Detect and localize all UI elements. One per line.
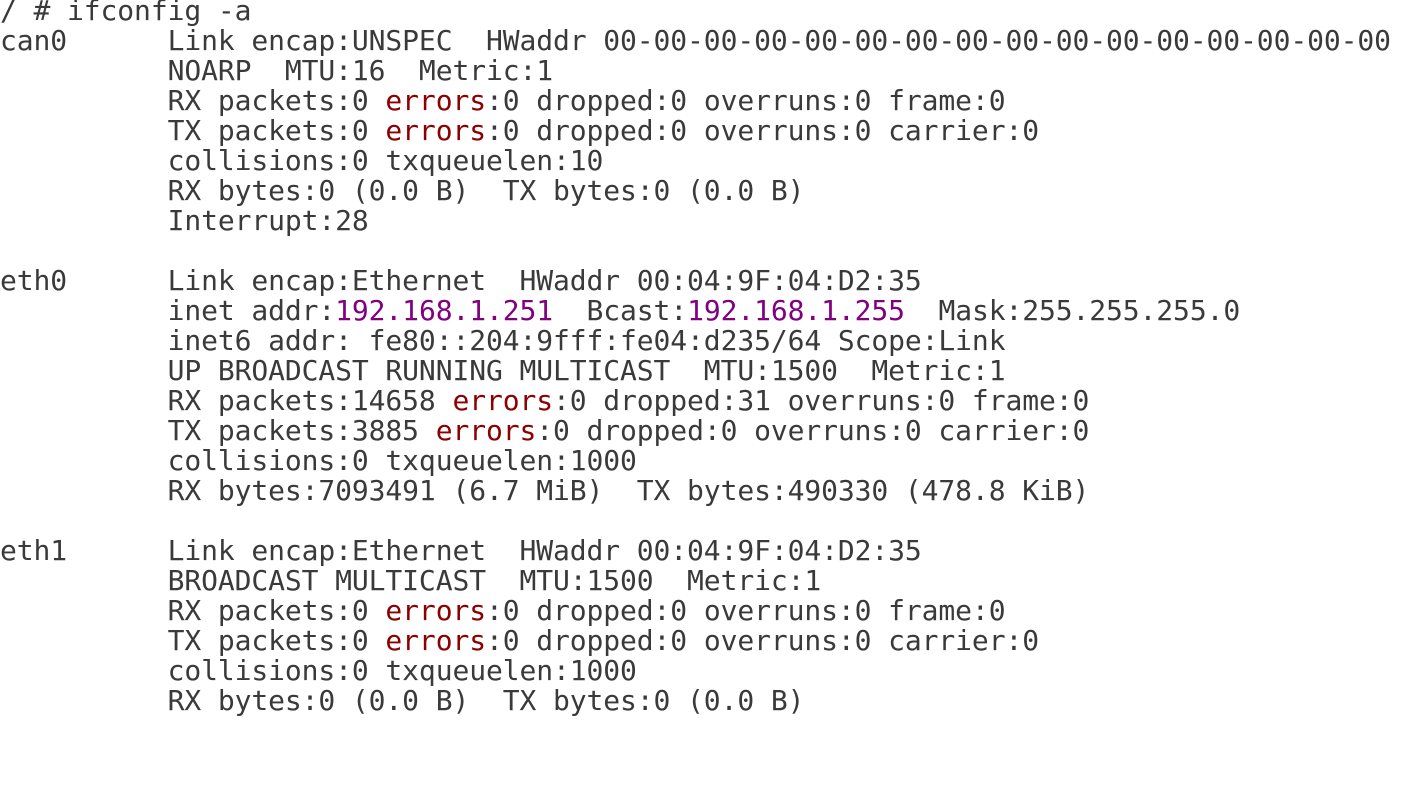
output-line: NOARP MTU:16 Metric:1 bbox=[0, 54, 1409, 87]
errors-keyword: errors bbox=[385, 594, 486, 627]
errors-keyword: errors bbox=[385, 624, 486, 657]
line-text: Bcast: bbox=[553, 294, 688, 327]
errors-keyword: errors bbox=[385, 114, 486, 147]
ip-address: 192.168.1.251 bbox=[335, 294, 554, 327]
line-text: TX packets:3885 bbox=[0, 414, 436, 447]
output-line: UP BROADCAST RUNNING MULTICAST MTU:1500 … bbox=[0, 354, 1409, 387]
output-line: RX packets:0 errors:0 dropped:0 overruns… bbox=[0, 594, 1409, 627]
line-text: RX bytes:7093491 (6.7 MiB) TX bytes:4903… bbox=[0, 474, 1090, 507]
output-line: collisions:0 txqueuelen:1000 bbox=[0, 654, 1409, 687]
output-line: RX bytes:7093491 (6.7 MiB) TX bytes:4903… bbox=[0, 474, 1409, 507]
output-line: TX packets:0 errors:0 dropped:0 overruns… bbox=[0, 114, 1409, 147]
output-line: TX packets:3885 errors:0 dropped:0 overr… bbox=[0, 414, 1409, 447]
line-text: RX packets:14658 bbox=[0, 384, 453, 417]
line-text: RX bytes:0 (0.0 B) TX bytes:0 (0.0 B) bbox=[0, 684, 805, 717]
line-text: RX packets:0 bbox=[0, 84, 386, 117]
line-text: :0 dropped:0 overruns:0 carrier:0 bbox=[485, 624, 1039, 657]
line-text: TX packets:0 bbox=[0, 624, 386, 657]
line-text: RX packets:0 bbox=[0, 594, 386, 627]
line-text: / # ifconfig -a bbox=[0, 0, 252, 27]
line-text: :0 dropped:0 overruns:0 frame:0 bbox=[485, 84, 1006, 117]
line-text: collisions:0 txqueuelen:1000 bbox=[0, 444, 637, 477]
line-text: :0 dropped:0 overruns:0 frame:0 bbox=[485, 594, 1006, 627]
line-text: TX packets:0 bbox=[0, 114, 386, 147]
output-line: eth0 Link encap:Ethernet HWaddr 00:04:9F… bbox=[0, 264, 1409, 297]
line-text: collisions:0 txqueuelen:10 bbox=[0, 144, 604, 177]
line-text: inet addr: bbox=[0, 294, 336, 327]
errors-keyword: errors bbox=[452, 384, 553, 417]
prompt-line: / # ifconfig -a bbox=[0, 0, 1409, 27]
output-line: BROADCAST MULTICAST MTU:1500 Metric:1 bbox=[0, 564, 1409, 597]
ip-address: 192.168.1.255 bbox=[687, 294, 905, 327]
line-text: Mask:255.255.255.0 bbox=[904, 294, 1241, 327]
output-line: TX packets:0 errors:0 dropped:0 overruns… bbox=[0, 624, 1409, 657]
line-text: can0 Link encap:UNSPEC HWaddr 00-00-00-0… bbox=[0, 24, 1391, 57]
line-text: :0 dropped:0 overruns:0 carrier:0 bbox=[485, 114, 1039, 147]
line-text: collisions:0 txqueuelen:1000 bbox=[0, 654, 637, 687]
output-line: eth1 Link encap:Ethernet HWaddr 00:04:9F… bbox=[0, 534, 1409, 567]
line-text: BROADCAST MULTICAST MTU:1500 Metric:1 bbox=[0, 564, 822, 597]
line-text: Interrupt:28 bbox=[0, 204, 369, 237]
line-text: :0 dropped:31 overruns:0 frame:0 bbox=[553, 384, 1090, 417]
output-line: RX bytes:0 (0.0 B) TX bytes:0 (0.0 B) bbox=[0, 174, 1409, 207]
errors-keyword: errors bbox=[385, 84, 486, 117]
line-text: :0 dropped:0 overruns:0 carrier:0 bbox=[536, 414, 1090, 447]
terminal-output[interactable]: / # ifconfig -a can0 Link encap:UNSPEC HW… bbox=[0, 0, 1409, 786]
line-text: UP BROADCAST RUNNING MULTICAST MTU:1500 … bbox=[0, 354, 1006, 387]
line-text: NOARP MTU:16 Metric:1 bbox=[0, 54, 554, 87]
output-line: can0 Link encap:UNSPEC HWaddr 00-00-00-0… bbox=[0, 24, 1409, 57]
errors-keyword: errors bbox=[435, 414, 537, 447]
line-text: inet6 addr: fe80::204:9fff:fe04:d235/64 … bbox=[0, 324, 1006, 357]
line-text: eth0 Link encap:Ethernet HWaddr 00:04:9F… bbox=[0, 264, 922, 297]
output-line: RX packets:0 errors:0 dropped:0 overruns… bbox=[0, 84, 1409, 117]
output-line: RX bytes:0 (0.0 B) TX bytes:0 (0.0 B) bbox=[0, 684, 1409, 717]
output-line: inet addr:192.168.1.251 Bcast:192.168.1.… bbox=[0, 294, 1409, 327]
output-line: Interrupt:28 bbox=[0, 204, 1409, 237]
output-line: inet6 addr: fe80::204:9fff:fe04:d235/64 … bbox=[0, 324, 1409, 357]
output-line: RX packets:14658 errors:0 dropped:31 ove… bbox=[0, 384, 1409, 417]
output-line: collisions:0 txqueuelen:10 bbox=[0, 144, 1409, 177]
line-text: eth1 Link encap:Ethernet HWaddr 00:04:9F… bbox=[0, 534, 922, 567]
output-line: collisions:0 txqueuelen:1000 bbox=[0, 444, 1409, 477]
line-text: RX bytes:0 (0.0 B) TX bytes:0 (0.0 B) bbox=[0, 174, 805, 207]
